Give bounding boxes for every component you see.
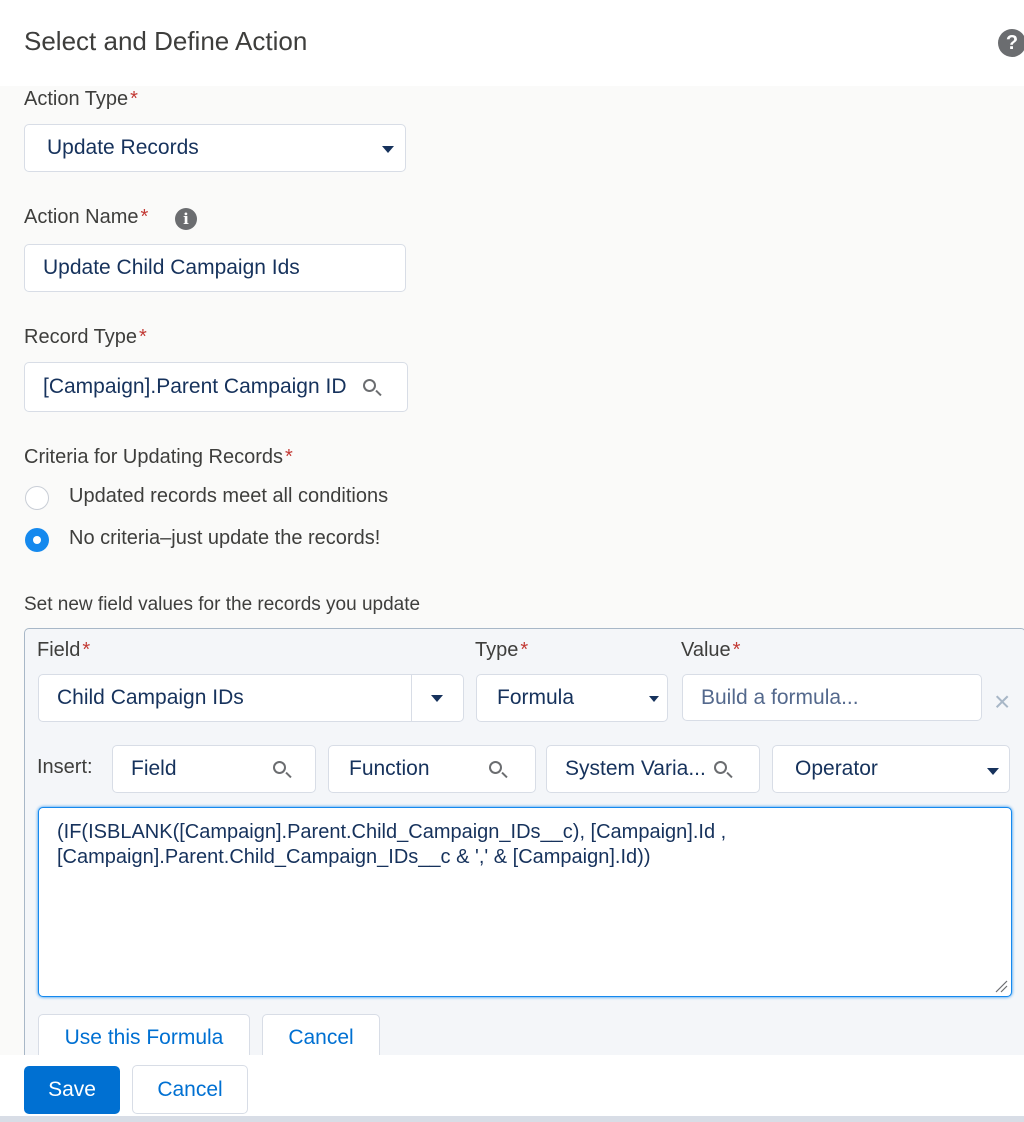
action-type-select[interactable]: Update Records <box>24 124 406 172</box>
formula-line-2: [Campaign].Parent.Child_Campaign_IDs__c … <box>57 846 651 868</box>
value-label: Value * <box>681 639 741 661</box>
type-select-value: Formula <box>497 686 575 709</box>
search-icon[interactable] <box>363 379 376 392</box>
bottom-border <box>0 1116 1024 1122</box>
chevron-down-icon <box>382 146 394 153</box>
close-icon[interactable]: × <box>994 688 1010 716</box>
action-name-value: Update Child Campaign Ids <box>43 256 300 279</box>
insert-operator-text: Operator <box>795 757 878 780</box>
field-values-heading: Set new field values for the records you… <box>24 594 421 615</box>
value-placeholder: Build a formula... <box>701 685 859 709</box>
record-type-lookup[interactable]: [Campaign].Parent Campaign ID <box>24 362 408 412</box>
chevron-down-icon[interactable] <box>431 695 443 702</box>
chevron-down-icon <box>987 768 999 775</box>
insert-function-lookup[interactable]: Function <box>328 745 536 793</box>
resize-handle-icon[interactable] <box>994 979 1008 993</box>
formula-editor[interactable]: (IF(ISBLANK([Campaign].Parent.Child_Camp… <box>38 807 1012 997</box>
criteria-radio-conditions[interactable] <box>25 486 49 510</box>
action-type-value: Update Records <box>47 136 199 159</box>
insert-function-text: Function <box>349 757 430 780</box>
criteria-option-no-criteria: No criteria–just update the records! <box>69 527 381 549</box>
record-type-value: [Campaign].Parent Campaign ID <box>43 375 347 398</box>
field-label: Field * <box>37 639 91 661</box>
insert-system-variable-lookup[interactable]: System Varia... <box>546 745 760 793</box>
field-select[interactable]: Child Campaign IDs <box>38 674 464 722</box>
criteria-radio-no-criteria[interactable] <box>25 528 49 552</box>
question-icon[interactable]: ? <box>998 29 1024 57</box>
search-icon <box>714 761 727 774</box>
criteria-option-conditions: Updated records meet all conditions <box>69 485 389 507</box>
value-input[interactable]: Build a formula... <box>682 674 982 721</box>
field-select-value: Child Campaign IDs <box>57 686 244 709</box>
criteria-label: Criteria for Updating Records * <box>24 446 293 468</box>
type-label: Type * <box>475 639 529 661</box>
insert-system-text: System Varia... <box>565 757 706 780</box>
action-name-input[interactable]: Update Child Campaign Ids <box>24 244 406 292</box>
field-select-divider <box>411 675 412 721</box>
insert-field-lookup[interactable]: Field <box>112 745 316 793</box>
insert-operator-select[interactable]: Operator <box>772 745 1010 793</box>
insert-field-text: Field <box>131 757 177 780</box>
dialog-title: Select and Define Action <box>24 26 308 56</box>
action-name-label: Action Name * <box>24 206 149 228</box>
chevron-down-icon <box>649 696 659 702</box>
action-type-label: Action Type * <box>24 88 138 110</box>
save-button[interactable]: Save <box>24 1066 120 1114</box>
formula-line-1: (IF(ISBLANK([Campaign].Parent.Child_Camp… <box>57 821 727 843</box>
info-icon[interactable]: i <box>175 208 197 230</box>
cancel-button[interactable]: Cancel <box>132 1065 248 1114</box>
search-icon <box>489 761 502 774</box>
dialog-header: Select and Define Action ? <box>0 0 1024 86</box>
type-select[interactable]: Formula <box>476 674 668 722</box>
insert-label: Insert: <box>37 756 93 778</box>
search-icon <box>273 761 286 774</box>
record-type-label: Record Type * <box>24 326 147 348</box>
